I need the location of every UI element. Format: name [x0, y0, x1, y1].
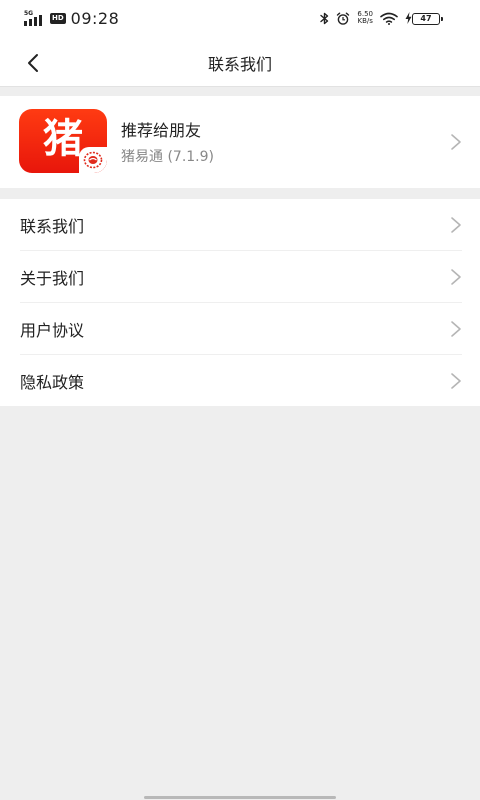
header: 联系我们: [0, 40, 480, 87]
menu-item-label: 隐私政策: [20, 372, 85, 392]
menu-item-contact-us[interactable]: 联系我们: [20, 199, 462, 251]
recommend-to-friend[interactable]: 猪 推荐给朋友 猪易通 (7.1.9): [0, 96, 480, 188]
chevron-right-icon: [451, 321, 461, 337]
battery-level: 47: [420, 14, 432, 23]
chevron-right-icon: [451, 134, 461, 150]
status-time: 09:28: [70, 9, 120, 28]
chevron-right-icon: [451, 373, 461, 389]
charging-icon: [405, 12, 412, 24]
wifi-icon: [380, 12, 398, 25]
status-right: 6.50 KB/s: [313, 11, 412, 25]
menu-item-label: 联系我们: [20, 216, 85, 236]
signal-icon: 5G: [24, 9, 46, 26]
recommend-title: 推荐给朋友: [121, 121, 202, 140]
speed-unit: KB/s: [357, 17, 373, 25]
hd-badge: HD: [50, 13, 66, 24]
alarm-icon: [337, 12, 350, 25]
home-indicator[interactable]: [144, 796, 336, 799]
status-left: 5G HD 09:28: [24, 9, 119, 28]
bluetooth-icon: [320, 12, 329, 24]
settings-menu: 联系我们 关于我们 用户协议 隐私政策: [0, 199, 480, 406]
menu-item-privacy-policy[interactable]: 隐私政策: [20, 355, 462, 406]
app-version: 猪易通 (7.1.9): [121, 149, 214, 165]
chevron-right-icon: [451, 269, 461, 285]
menu-item-label: 关于我们: [20, 268, 85, 288]
logo-badge-icon: [79, 147, 107, 173]
network-speed: 6.50 KB/s: [357, 11, 373, 25]
battery-icon: 47: [412, 13, 443, 25]
menu-item-about-us[interactable]: 关于我们: [20, 251, 462, 303]
chevron-right-icon: [451, 217, 461, 233]
app-logo: 猪: [19, 109, 107, 173]
menu-item-user-agreement[interactable]: 用户协议: [20, 303, 462, 355]
page-title: 联系我们: [207, 55, 272, 74]
network-type: 5G: [24, 9, 34, 17]
menu-item-label: 用户协议: [20, 320, 85, 340]
status-bar: 5G HD 09:28 6.50 KB/s 47: [0, 0, 480, 40]
